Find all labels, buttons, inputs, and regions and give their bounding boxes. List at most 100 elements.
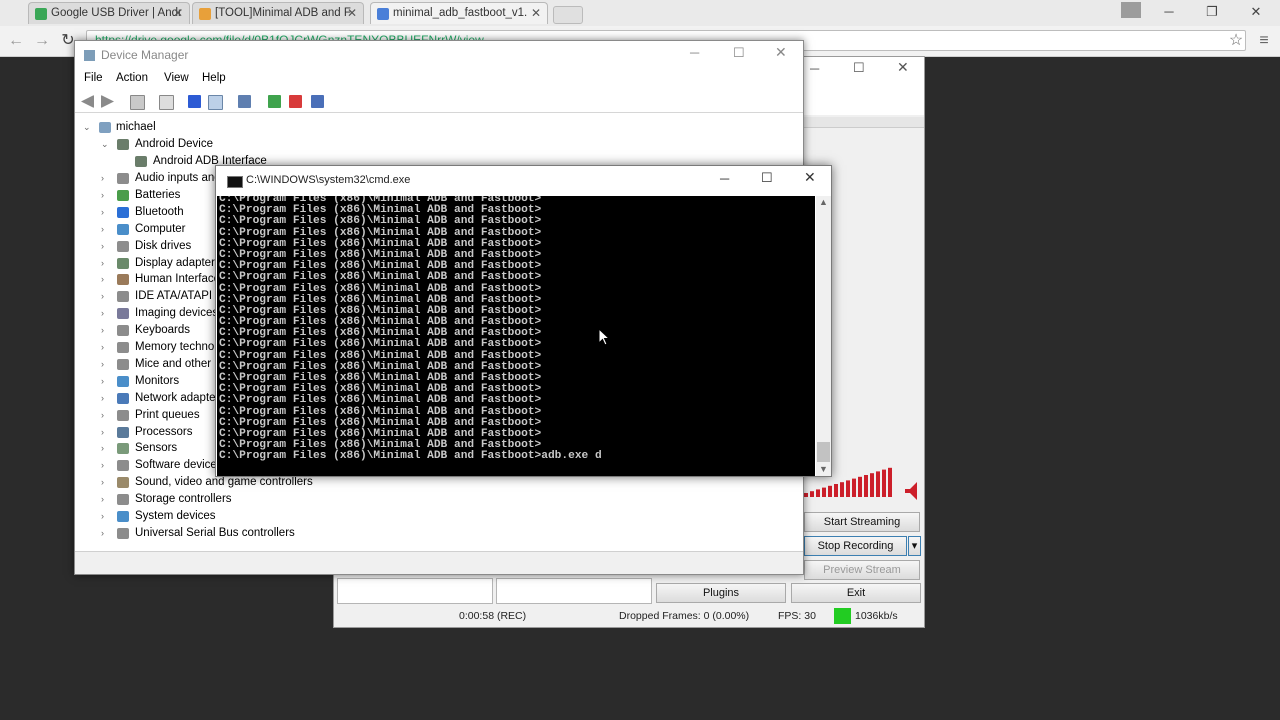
android-favicon-icon	[35, 8, 47, 20]
close-icon[interactable]: ✕	[804, 169, 816, 186]
expand-icon[interactable]: ›	[101, 221, 111, 238]
expand-icon[interactable]: ›	[101, 390, 111, 407]
console-line: C:\Program Files (x86)\Minimal ADB and F…	[219, 215, 542, 228]
expand-icon[interactable]: ›	[101, 356, 111, 373]
expand-icon[interactable]: ›	[101, 170, 111, 187]
recording-dropdown-arrow-icon[interactable]: ▾	[908, 536, 921, 556]
device-category-icon	[117, 342, 129, 353]
scroll-down-icon[interactable]: ▼	[819, 464, 828, 474]
browser-tab-active[interactable]: minimal_adb_fastboot_v1. ✕	[370, 2, 548, 24]
browser-tab[interactable]: Google USB Driver | Andr ✕	[28, 2, 190, 24]
console-scrollbar[interactable]: ▲ ▼	[816, 196, 831, 476]
browser-tab[interactable]: [TOOL]Minimal ADB and F ✕	[192, 2, 364, 24]
back-icon[interactable]: ←	[6, 31, 26, 51]
expand-icon[interactable]: ›	[101, 339, 111, 356]
meter-bar	[888, 467, 892, 497]
expand-icon[interactable]: ›	[101, 474, 111, 491]
menu-help[interactable]: Help	[202, 72, 226, 84]
tree-label: Print queues	[135, 408, 200, 421]
tree-label: System devices	[135, 510, 216, 522]
restore-icon[interactable]: ❐	[1198, 3, 1226, 21]
device-category-icon	[117, 477, 129, 489]
expand-icon[interactable]: ›	[101, 305, 111, 322]
sources-list[interactable]	[496, 578, 652, 604]
start-streaming-button[interactable]: Start Streaming	[804, 512, 920, 532]
minimize-icon[interactable]: ─	[690, 45, 699, 60]
meter-bar	[876, 471, 880, 497]
close-tab-icon[interactable]: ✕	[531, 6, 541, 20]
expand-icon[interactable]: ›	[101, 288, 111, 305]
expand-icon[interactable]: ›	[101, 271, 111, 288]
tree-label: Display adapters	[135, 256, 221, 269]
details-view-icon[interactable]	[208, 95, 223, 110]
obs-maximize-icon[interactable]: ☐	[853, 60, 865, 76]
meter-bar	[834, 484, 838, 497]
expand-icon[interactable]: ›	[101, 255, 111, 272]
status-bar	[75, 551, 803, 574]
collapse-icon[interactable]: ⌄	[101, 136, 111, 153]
device-category-icon	[117, 223, 129, 235]
stop-recording-button[interactable]: Stop Recording	[804, 536, 907, 556]
obs-close-icon[interactable]: ✕	[897, 59, 909, 76]
preview-stream-button[interactable]: Preview Stream	[804, 560, 920, 580]
plugins-button[interactable]: Plugins	[656, 583, 786, 603]
expand-icon[interactable]: ›	[101, 407, 111, 424]
tree-label: Batteries	[135, 188, 181, 201]
new-tab-button[interactable]	[553, 6, 583, 24]
maximize-icon[interactable]: ☐	[733, 45, 745, 61]
expand-icon[interactable]: ›	[101, 373, 111, 390]
expand-icon[interactable]: ›	[101, 204, 111, 221]
expand-icon[interactable]: ›	[101, 457, 111, 474]
meter-bar	[816, 489, 820, 497]
computer-icon	[99, 122, 111, 133]
bitrate-readout: 1036kb/s	[855, 610, 898, 622]
expand-icon[interactable]: ›	[101, 491, 111, 508]
show-hide-console-tree-icon[interactable]	[130, 95, 145, 110]
drive-file-favicon-icon	[377, 8, 389, 20]
tree-label: Monitors	[135, 374, 180, 387]
menu-view[interactable]: View	[164, 72, 189, 84]
profile-icon[interactable]	[1121, 2, 1141, 18]
expand-icon[interactable]: ›	[101, 525, 111, 542]
menu-icon[interactable]: ≡	[1254, 31, 1274, 51]
expand-icon[interactable]: ›	[101, 322, 111, 339]
maximize-icon[interactable]: ☐	[761, 170, 773, 186]
device-category-icon	[117, 409, 129, 421]
scan-hardware-icon[interactable]	[238, 95, 251, 108]
exit-button[interactable]: Exit	[791, 583, 921, 603]
back-icon[interactable]	[81, 95, 94, 108]
console-line: C:\Program Files (x86)\Minimal ADB and F…	[219, 271, 542, 284]
menu-file[interactable]: File	[84, 72, 103, 84]
minimize-icon[interactable]: ─	[1155, 3, 1183, 21]
obs-minimize-icon[interactable]: ─	[810, 61, 819, 76]
minimize-icon[interactable]: ─	[720, 171, 729, 186]
close-icon[interactable]: ✕	[1242, 3, 1270, 21]
device-category-icon	[117, 308, 129, 320]
forward-icon[interactable]	[101, 95, 114, 108]
scrollbar-thumb[interactable]	[817, 442, 830, 462]
properties-icon[interactable]	[159, 95, 174, 110]
console-output[interactable]: C:\Program Files (x86)\Minimal ADB and F…	[217, 196, 815, 476]
forward-icon[interactable]: →	[32, 31, 52, 51]
close-tab-icon[interactable]: ✕	[173, 6, 183, 20]
expand-icon[interactable]: ›	[101, 440, 111, 457]
device-category-icon	[117, 511, 129, 522]
bookmark-star-icon[interactable]: ☆	[1226, 31, 1246, 51]
device-category-icon	[117, 325, 129, 337]
collapse-icon[interactable]: ⌄	[83, 119, 93, 136]
update-driver-icon[interactable]	[268, 95, 281, 108]
help-icon[interactable]	[188, 95, 201, 108]
scroll-up-icon[interactable]: ▲	[819, 197, 828, 207]
expand-icon[interactable]: ›	[101, 508, 111, 525]
close-tab-icon[interactable]: ✕	[347, 6, 357, 20]
close-icon[interactable]: ✕	[775, 44, 787, 61]
device-category-icon	[117, 392, 129, 404]
scenes-list[interactable]	[337, 578, 493, 604]
expand-icon[interactable]: ›	[101, 424, 111, 441]
menu-action[interactable]: Action	[116, 72, 148, 84]
enable-device-icon[interactable]	[311, 95, 324, 108]
expand-icon[interactable]: ›	[101, 187, 111, 204]
device-manager-titlebar: Device Manager ─ ☐ ✕	[75, 41, 803, 71]
uninstall-device-icon[interactable]	[289, 95, 302, 108]
expand-icon[interactable]: ›	[101, 238, 111, 255]
